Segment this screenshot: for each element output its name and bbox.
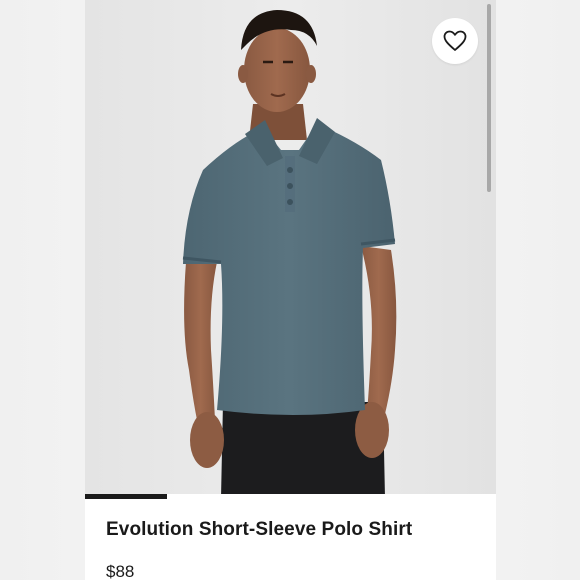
favorite-button[interactable] [432, 18, 478, 64]
model-illustration [85, 0, 496, 498]
product-title[interactable]: Evolution Short-Sleeve Polo Shirt [106, 519, 412, 541]
heart-outline-icon [443, 30, 467, 51]
left-hand [190, 412, 224, 468]
gallery-progress-fill [85, 494, 168, 499]
scrollbar-thumb[interactable] [487, 4, 491, 192]
head [244, 28, 310, 112]
gallery-progress [85, 494, 496, 499]
screen: Evolution Short-Sleeve Polo Shirt $88 [0, 0, 580, 580]
product-image[interactable] [85, 0, 496, 498]
product-price: $88 [106, 562, 135, 580]
product-card[interactable]: Evolution Short-Sleeve Polo Shirt $88 [85, 0, 496, 580]
